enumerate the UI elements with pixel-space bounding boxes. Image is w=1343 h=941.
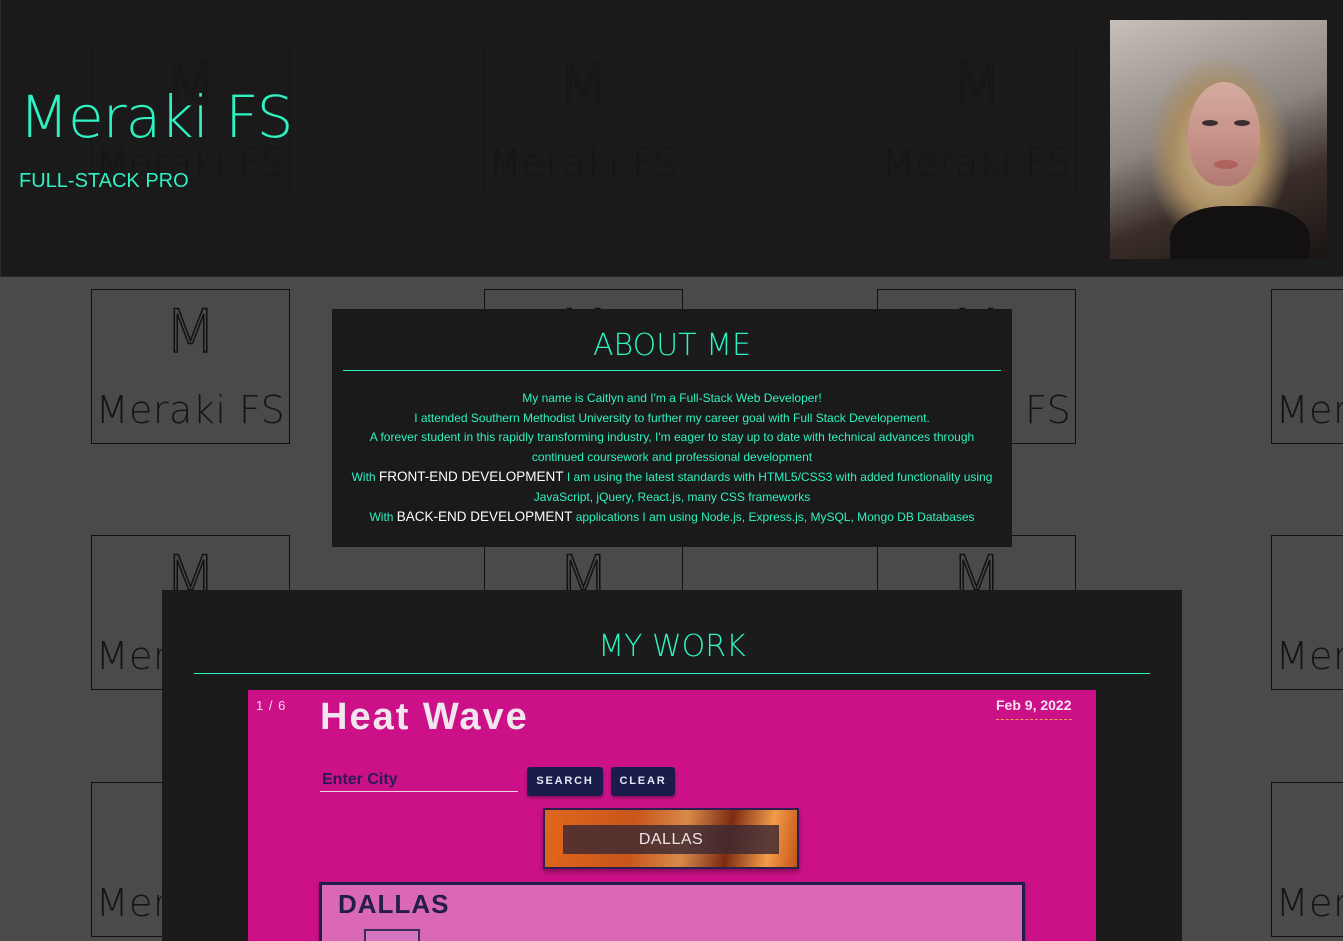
watermark-monogram: M — [1272, 302, 1343, 362]
about-body: My name is Caitlyn and I'm a Full-Stack … — [344, 389, 1000, 528]
profile-photo — [1110, 20, 1327, 259]
brand-title[interactable]: Meraki FS — [19, 82, 293, 152]
city-input[interactable] — [320, 768, 518, 792]
work-divider — [194, 673, 1150, 674]
project-date: Feb 9, 2022 — [996, 697, 1072, 720]
watermark-text: Meraki FS — [1275, 634, 1343, 678]
site-header: Meraki FS FULL-STACK PRO — [0, 0, 1343, 277]
about-backend-prefix: With — [369, 510, 394, 524]
profile-photo-eye — [1202, 120, 1218, 126]
slide-counter: 1 / 6 — [256, 698, 287, 713]
project-slide[interactable]: 1 / 6 Heat Wave Feb 9, 2022 SEARCH CLEAR… — [248, 690, 1096, 941]
watermark-tile: M Meraki FS — [1271, 289, 1343, 444]
watermark-text: Meraki FS — [1275, 388, 1343, 432]
profile-photo-eye — [1234, 120, 1250, 126]
about-backend-line: With BACK-END DEVELOPMENT applications I… — [344, 507, 1000, 528]
watermark-monogram: M — [1272, 548, 1343, 608]
about-frontend-line: With FRONT-END DEVELOPMENT I am using th… — [344, 467, 1000, 507]
watermark-monogram: M — [1272, 795, 1343, 855]
watermark-text: Meraki FS — [95, 388, 286, 432]
search-button[interactable]: SEARCH — [527, 767, 603, 796]
forecast-card: DALLAS — [319, 882, 1025, 941]
profile-photo-face — [1188, 82, 1260, 186]
watermark-text: Meraki FS — [1275, 881, 1343, 925]
brand-tagline: FULL-STACK PRO — [19, 170, 189, 192]
about-line: A forever student in this rapidly transf… — [369, 430, 975, 464]
watermark-monogram: M — [164, 297, 217, 367]
profile-photo-lips — [1214, 160, 1238, 169]
about-backend-suffix: applications I am using Node.js, Express… — [575, 510, 975, 524]
about-title: ABOUT ME — [593, 328, 751, 363]
about-frontend-suffix: I am using the latest standards with HTM… — [533, 470, 993, 504]
clear-button[interactable]: CLEAR — [611, 767, 675, 796]
watermark-tile: M Meraki FS — [1271, 782, 1343, 937]
forecast-city: DALLAS — [338, 889, 450, 919]
about-divider — [343, 370, 1001, 371]
backend-highlight: BACK-END DEVELOPMENT — [396, 509, 573, 524]
watermark-tile: M Meraki FS — [91, 289, 290, 444]
profile-photo-body — [1170, 206, 1310, 259]
history-item[interactable]: DALLAS — [543, 808, 799, 869]
weather-icon — [364, 929, 420, 941]
work-title: MY WORK — [598, 629, 746, 664]
about-line: I attended Southern Methodist University… — [414, 410, 930, 425]
about-section: ABOUT ME My name is Caitlyn and I'm a Fu… — [332, 309, 1012, 547]
about-line: My name is Caitlyn and I'm a Full-Stack … — [522, 391, 822, 405]
history-item-label: DALLAS — [563, 825, 779, 854]
frontend-highlight: FRONT-END DEVELOPMENT — [378, 469, 564, 484]
about-frontend-prefix: With — [351, 470, 376, 484]
watermark-tile: M Meraki FS — [1271, 535, 1343, 690]
project-app-title: Heat Wave — [320, 696, 529, 738]
